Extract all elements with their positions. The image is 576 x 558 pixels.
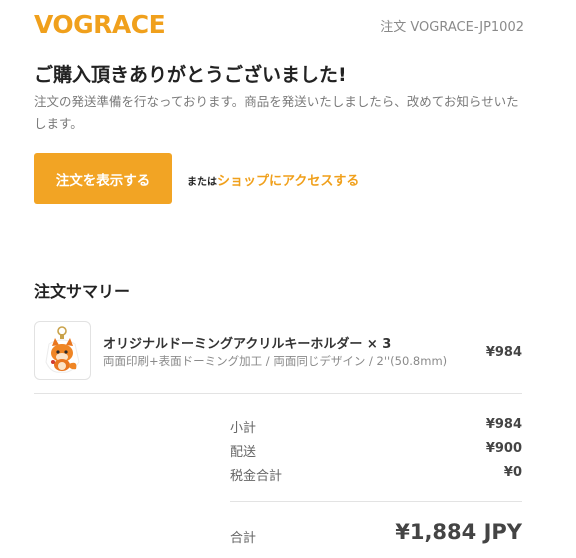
subtotal-value: ¥984 [485,417,522,432]
product-name: オリジナルドーミングアクリルキーホルダー × 3 [103,337,392,352]
or-text: または [187,177,217,188]
thank-you-heading: ご購入頂きありがとうございました! [34,64,347,86]
total-label: 合計 [230,531,257,546]
shipping-notice: 注文の発送準備を行なっております。商品を発送いたしましたら、改めてお知らせいたし… [34,94,519,131]
email-header: VOGRACE 注文 VOGRACE-JP1002 [34,8,524,40]
tax-value: ¥0 [503,465,522,480]
product-price: ¥984 [485,345,522,360]
shipping-value: ¥900 [485,441,522,456]
item-divider [34,393,522,394]
order-summary-title: 注文サマリー [34,282,131,301]
subtotal-row: 小計 ¥984 [230,417,522,436]
total-divider [230,501,522,502]
tax-label: 税金合計 [230,469,283,484]
total-value: ¥1,884 JPY [395,520,522,544]
fox-keychain-image [45,326,80,373]
vograce-logo[interactable]: VOGRACE [34,10,166,39]
tax-row: 税金合計 ¥0 [230,465,522,484]
shipping-row: 配送 ¥900 [230,441,522,460]
shop-link[interactable]: ショップにアクセスする [217,170,359,189]
product-thumbnail [34,321,91,380]
shipping-label: 配送 [230,445,257,460]
product-variant: 両面印刷+表面ドーミング加工 / 両面同じデザイン / 2''(50.8mm) [103,354,448,368]
shop-access-line: または ショップにアクセスする [187,170,359,189]
order-number: 注文 VOGRACE-JP1002 [380,20,524,35]
subtotal-label: 小計 [230,421,257,436]
view-order-button[interactable]: 注文を表示する [34,153,172,204]
